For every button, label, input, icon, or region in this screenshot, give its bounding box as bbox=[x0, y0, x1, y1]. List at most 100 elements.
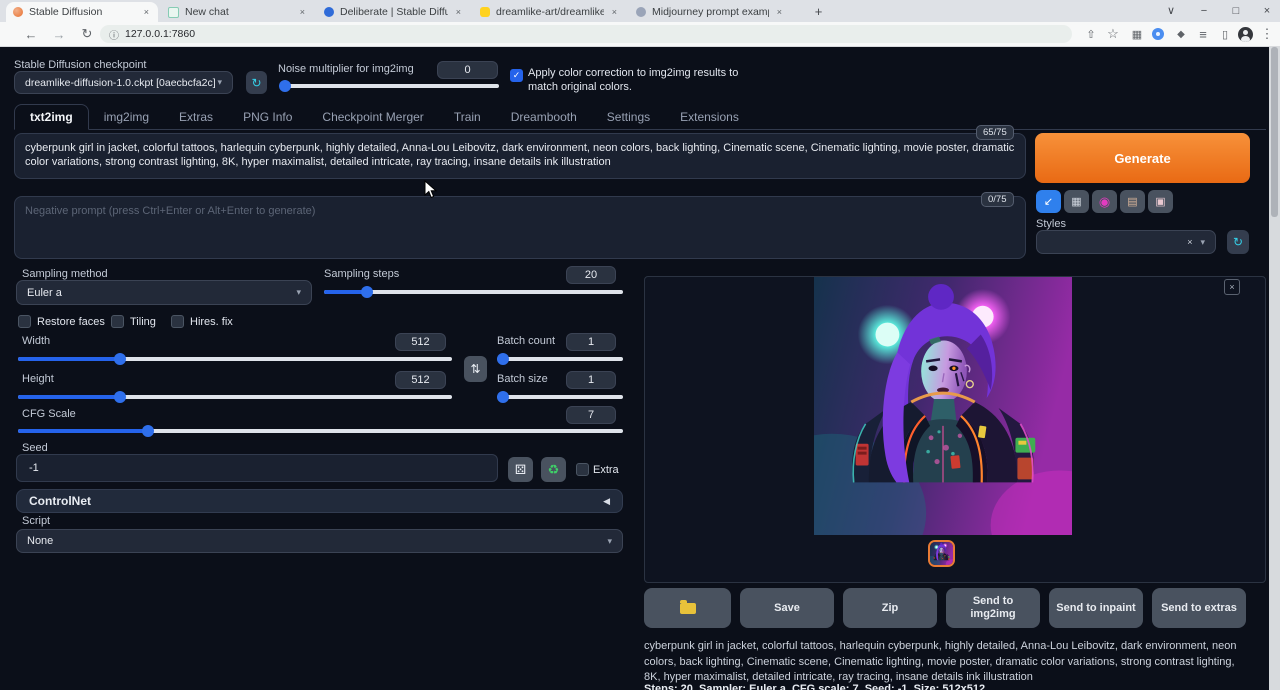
color-correction-checkbox[interactable]: ✓ bbox=[510, 69, 523, 82]
share-button[interactable]: ⇧ bbox=[1082, 25, 1100, 43]
slider-knob[interactable] bbox=[361, 286, 373, 298]
back-button[interactable]: ← bbox=[22, 25, 40, 43]
extension-blue-button[interactable] bbox=[1152, 28, 1164, 40]
browser-tab-new-chat[interactable]: New chat × bbox=[161, 2, 314, 22]
cfg-scale-slider[interactable] bbox=[18, 429, 623, 433]
prompt-input[interactable]: cyberpunk girl in jacket, colorful tatto… bbox=[14, 133, 1026, 179]
tab-close-icon[interactable]: × bbox=[775, 7, 784, 17]
tab-title: Deliberate | Stable Diffusion Che bbox=[340, 6, 448, 18]
slider-knob[interactable] bbox=[279, 80, 291, 92]
checkpoint-select[interactable]: dreamlike-diffusion-1.0.ckpt [0aecbcfa2c… bbox=[14, 71, 233, 94]
tab-checkpoint-merger[interactable]: Checkpoint Merger bbox=[307, 105, 438, 129]
negative-prompt-input[interactable] bbox=[14, 196, 1026, 259]
width-input[interactable] bbox=[395, 333, 446, 351]
mouse-cursor bbox=[424, 180, 438, 200]
zip-button[interactable]: Zip bbox=[843, 588, 937, 628]
address-bar[interactable]: ⓘ 127.0.0.1:7860 bbox=[100, 25, 1072, 43]
reuse-seed-button[interactable]: ♻ bbox=[541, 457, 566, 482]
noise-multiplier-input[interactable] bbox=[437, 61, 498, 79]
browser-menu-button[interactable]: ⋮ bbox=[1258, 25, 1276, 43]
send-to-inpaint-button[interactable]: Send to inpaint bbox=[1049, 588, 1143, 628]
sampling-steps-slider[interactable] bbox=[324, 290, 623, 294]
tab-txt2img[interactable]: txt2img bbox=[14, 104, 89, 130]
save-style-button[interactable]: ▣ bbox=[1148, 190, 1173, 213]
browser-tab-deliberate[interactable]: Deliberate | Stable Diffusion Che × bbox=[317, 2, 470, 22]
gallery-thumbnail[interactable] bbox=[928, 540, 955, 567]
window-close-button[interactable]: × bbox=[1254, 0, 1280, 21]
styles-select[interactable]: × ▾ bbox=[1036, 230, 1216, 254]
chevron-down-icon: ∨ bbox=[1167, 4, 1175, 17]
tab-train[interactable]: Train bbox=[439, 105, 496, 129]
hires-fix-checkbox[interactable] bbox=[171, 315, 184, 328]
tab-settings[interactable]: Settings bbox=[592, 105, 665, 129]
window-minimize-button[interactable]: − bbox=[1191, 0, 1217, 21]
swap-dimensions-button[interactable]: ⇅ bbox=[464, 356, 487, 382]
bookmark-button[interactable]: ☆ bbox=[1104, 25, 1122, 43]
tab-img2img[interactable]: img2img bbox=[89, 105, 164, 129]
browser-tabstrip: Stable Diffusion × New chat × Deliberate… bbox=[0, 0, 1280, 22]
tiling-checkbox[interactable] bbox=[111, 315, 124, 328]
save-button[interactable]: Save bbox=[740, 588, 834, 628]
controlnet-accordion[interactable]: ControlNet ◀ bbox=[16, 489, 623, 513]
open-folder-button[interactable] bbox=[644, 588, 731, 628]
checkpoint-refresh-button[interactable]: ↻ bbox=[246, 71, 267, 94]
browser-tab-stable-diffusion[interactable]: Stable Diffusion × bbox=[6, 2, 158, 22]
browser-tab-dreamlike[interactable]: dreamlike-art/dreamlike-diffusio × bbox=[473, 2, 626, 22]
chat-favicon bbox=[168, 7, 179, 18]
close-image-button[interactable]: × bbox=[1224, 279, 1240, 295]
slider-knob[interactable] bbox=[114, 353, 126, 365]
tab-extras[interactable]: Extras bbox=[164, 105, 228, 129]
tab-close-icon[interactable]: × bbox=[610, 7, 619, 17]
extra-seed-checkbox[interactable] bbox=[576, 463, 589, 476]
star-icon: ☆ bbox=[1107, 26, 1119, 42]
slider-knob[interactable] bbox=[142, 425, 154, 437]
new-tab-button[interactable]: + bbox=[810, 3, 827, 20]
tab-close-icon[interactable]: × bbox=[454, 7, 463, 17]
send-to-extras-button[interactable]: Send to extras bbox=[1152, 588, 1246, 628]
extension-grid-button[interactable]: ▦ bbox=[1128, 25, 1146, 43]
batch-count-slider[interactable] bbox=[497, 357, 623, 361]
sampling-method-select[interactable]: Euler a ▾ bbox=[16, 280, 312, 305]
styles-refresh-button[interactable]: ↻ bbox=[1227, 230, 1249, 254]
cfg-scale-input[interactable] bbox=[566, 406, 616, 424]
random-seed-button[interactable]: ⚄ bbox=[508, 457, 533, 482]
browser-tab-midjourney[interactable]: Midjourney prompt examples : L × bbox=[629, 2, 791, 22]
slider-knob[interactable] bbox=[114, 391, 126, 403]
tab-png-info[interactable]: PNG Info bbox=[228, 105, 307, 129]
slider-knob[interactable] bbox=[497, 353, 509, 365]
send-to-img2img-button[interactable]: Send to img2img bbox=[946, 588, 1040, 628]
sampling-steps-input[interactable] bbox=[566, 266, 616, 284]
generate-button[interactable]: Generate bbox=[1035, 133, 1250, 183]
site-info-icon[interactable]: ⓘ bbox=[109, 27, 119, 42]
tab-close-icon[interactable]: × bbox=[142, 7, 151, 17]
profile-avatar[interactable] bbox=[1238, 27, 1253, 42]
read-params-button[interactable]: ↙ bbox=[1036, 190, 1061, 213]
tab-dreambooth[interactable]: Dreambooth bbox=[496, 105, 592, 129]
apply-style-button[interactable]: ▤ bbox=[1120, 190, 1145, 213]
batch-size-slider[interactable] bbox=[497, 395, 623, 399]
width-slider[interactable] bbox=[18, 357, 452, 361]
restore-faces-checkbox[interactable] bbox=[18, 315, 31, 328]
script-select[interactable]: None ▾ bbox=[16, 529, 623, 553]
clear-prompt-button[interactable]: ▦ bbox=[1064, 190, 1089, 213]
forward-button[interactable]: → bbox=[50, 25, 68, 43]
clear-styles-icon[interactable]: × bbox=[1187, 237, 1200, 247]
window-menu-button[interactable]: ∨ bbox=[1158, 0, 1184, 21]
tab-extensions[interactable]: Extensions bbox=[665, 105, 754, 129]
height-slider[interactable] bbox=[18, 395, 452, 399]
seed-input[interactable] bbox=[16, 454, 498, 482]
batch-size-input[interactable] bbox=[566, 371, 616, 389]
tab-close-icon[interactable]: × bbox=[298, 7, 307, 17]
extra-networks-button[interactable]: ◉ bbox=[1092, 190, 1117, 213]
batch-count-input[interactable] bbox=[566, 333, 616, 351]
slider-knob[interactable] bbox=[497, 391, 509, 403]
extensions-button[interactable]: ◆ bbox=[1172, 25, 1190, 43]
window-restore-button[interactable]: □ bbox=[1223, 0, 1249, 21]
sidebar-button[interactable]: ▯ bbox=[1216, 25, 1234, 43]
reading-list-button[interactable]: ≡ bbox=[1194, 25, 1212, 43]
height-input[interactable] bbox=[395, 371, 446, 389]
reload-button[interactable]: ↻ bbox=[78, 25, 96, 43]
scrollbar-thumb[interactable] bbox=[1271, 47, 1278, 217]
generated-image[interactable] bbox=[814, 277, 1072, 535]
noise-multiplier-slider[interactable] bbox=[281, 84, 499, 88]
